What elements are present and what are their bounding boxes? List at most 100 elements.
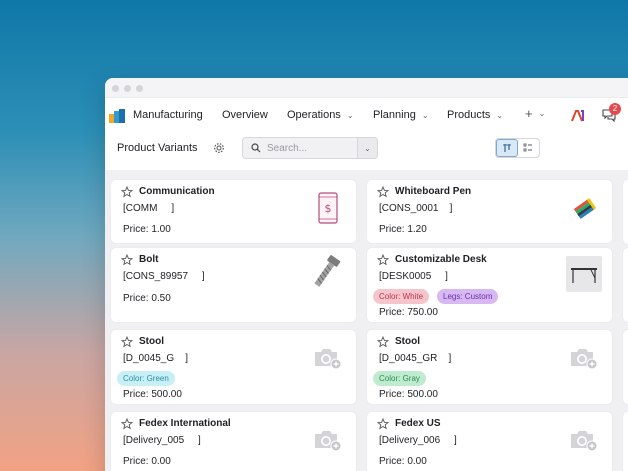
product-price: Price: 0.00 bbox=[379, 456, 427, 467]
app-name[interactable]: Manufacturing bbox=[133, 109, 203, 121]
product-card[interactable]: Whiteboard Pen [CONS_0001 ] Price: 1.20 bbox=[367, 180, 612, 243]
list-icon bbox=[523, 143, 533, 152]
star-icon[interactable] bbox=[121, 336, 133, 348]
top-navbar: Manufacturing Overview Operations ⌄ Plann… bbox=[105, 99, 628, 133]
kanban-view-button[interactable] bbox=[496, 139, 518, 157]
app-window: Manufacturing Overview Operations ⌄ Plann… bbox=[105, 78, 628, 471]
kanban-grid: Communication [COMM ] Price: 1.00 $ Whit… bbox=[105, 170, 628, 471]
title-bar bbox=[105, 78, 628, 98]
chevron-down-icon: ⌄ bbox=[346, 110, 354, 120]
product-code: [Delivery_006 ] bbox=[379, 435, 457, 446]
star-icon[interactable] bbox=[377, 336, 389, 348]
product-name: Whiteboard Pen bbox=[395, 186, 472, 197]
nav-planning-label: Planning bbox=[373, 109, 416, 121]
star-icon[interactable] bbox=[377, 254, 389, 266]
bolt-icon bbox=[314, 255, 341, 287]
product-card[interactable]: Bolt [CONS_89957 ] Price: 0.50 bbox=[111, 248, 356, 322]
product-code: [CONS_0001 ] bbox=[379, 203, 453, 214]
chevron-down-icon: ⌄ bbox=[496, 110, 504, 120]
messages-button[interactable]: 2 bbox=[602, 103, 621, 123]
attribute-tag: Legs: Custom bbox=[437, 289, 499, 304]
nav-add-menu[interactable]: + ⌄ bbox=[525, 106, 545, 121]
product-thumbnail bbox=[566, 190, 602, 226]
edge-card[interactable] bbox=[623, 248, 628, 322]
camera-placeholder-icon bbox=[571, 349, 598, 370]
nav-products[interactable]: Products ⌄ bbox=[447, 109, 503, 121]
product-thumbnail bbox=[310, 422, 346, 458]
search-box: ⌄ bbox=[242, 137, 378, 159]
product-card[interactable]: Stool [D_0045_G ] Color: Green Price: 50… bbox=[111, 330, 356, 404]
markers-icon bbox=[573, 198, 596, 219]
product-code: [CONS_89957 ] bbox=[123, 271, 205, 282]
window-dot-minimize[interactable] bbox=[124, 85, 131, 92]
nav-overview-label: Overview bbox=[222, 109, 268, 121]
product-card[interactable]: Communication [COMM ] Price: 1.00 $ bbox=[111, 180, 356, 243]
search-icon bbox=[251, 143, 261, 153]
list-view-button[interactable] bbox=[518, 139, 539, 157]
kanban-icon bbox=[502, 144, 511, 152]
app-logo-icon[interactable] bbox=[109, 109, 127, 123]
product-name: Fedex International bbox=[139, 418, 231, 429]
attribute-tag: Color: White bbox=[373, 289, 430, 304]
plus-icon: + bbox=[525, 106, 533, 121]
product-card[interactable]: Stool [D_0045_GR ] Color: Gray Price: 50… bbox=[367, 330, 612, 404]
chevron-down-icon: ⌄ bbox=[538, 109, 546, 118]
product-thumbnail: $ bbox=[310, 190, 346, 226]
product-name: Bolt bbox=[139, 254, 159, 265]
camera-placeholder-icon bbox=[571, 431, 598, 452]
product-card[interactable]: Customizable Desk [DESK0005 ] Color: Whi… bbox=[367, 248, 612, 322]
star-icon[interactable] bbox=[121, 418, 133, 430]
product-card[interactable]: Fedex US [Delivery_006 ] Price: 0.00 bbox=[367, 412, 612, 471]
product-code: [DESK0005 ] bbox=[379, 271, 448, 282]
product-name: Fedex US bbox=[395, 418, 441, 429]
edge-card[interactable] bbox=[623, 180, 628, 244]
attribute-tag: Color: Gray bbox=[373, 371, 426, 386]
product-price: Price: 0.50 bbox=[123, 293, 171, 304]
chevron-down-icon: ⌄ bbox=[364, 143, 371, 153]
desk-icon bbox=[571, 268, 597, 283]
product-name: Stool bbox=[139, 336, 164, 347]
window-dot-maximize[interactable] bbox=[136, 85, 143, 92]
product-code: [Delivery_005 ] bbox=[123, 435, 201, 446]
product-card[interactable]: Fedex International [Delivery_005 ] Pric… bbox=[111, 412, 356, 471]
mobile-payment-icon: $ bbox=[318, 192, 338, 224]
star-icon[interactable] bbox=[121, 186, 133, 198]
product-price: Price: 0.00 bbox=[123, 456, 171, 467]
star-icon[interactable] bbox=[377, 186, 389, 198]
edge-card[interactable] bbox=[623, 330, 628, 404]
nav-planning[interactable]: Planning ⌄ bbox=[373, 109, 429, 121]
product-code: [COMM ] bbox=[123, 203, 175, 214]
product-price: Price: 500.00 bbox=[123, 389, 182, 400]
page-title: Product Variants bbox=[117, 142, 198, 154]
svg-text:$: $ bbox=[325, 202, 332, 215]
product-price: Price: 750.00 bbox=[379, 307, 438, 318]
product-code: [D_0045_GR ] bbox=[379, 353, 452, 364]
product-name: Stool bbox=[395, 336, 420, 347]
control-bar: Product Variants ⌄ bbox=[105, 134, 628, 170]
product-name: Customizable Desk bbox=[395, 254, 487, 265]
product-thumbnail bbox=[310, 340, 346, 376]
star-icon[interactable] bbox=[121, 254, 133, 266]
nav-operations[interactable]: Operations ⌄ bbox=[287, 109, 354, 121]
product-price: Price: 500.00 bbox=[379, 389, 438, 400]
product-price: Price: 1.00 bbox=[123, 224, 171, 235]
edge-card[interactable] bbox=[623, 412, 628, 471]
nav-operations-label: Operations bbox=[287, 109, 341, 121]
ai-assistant-icon[interactable] bbox=[571, 110, 584, 122]
search-input[interactable] bbox=[267, 141, 351, 155]
product-thumbnail bbox=[306, 252, 346, 292]
notification-badge: 2 bbox=[609, 103, 621, 115]
star-icon[interactable] bbox=[377, 418, 389, 430]
product-name: Communication bbox=[139, 186, 215, 197]
product-thumbnail bbox=[566, 340, 602, 376]
search-options-button[interactable]: ⌄ bbox=[357, 138, 377, 158]
chevron-down-icon: ⌄ bbox=[421, 110, 429, 120]
camera-placeholder-icon bbox=[315, 431, 342, 452]
gear-icon[interactable] bbox=[213, 142, 225, 154]
product-thumbnail bbox=[566, 256, 602, 292]
product-code: [D_0045_G ] bbox=[123, 353, 189, 364]
camera-placeholder-icon bbox=[315, 349, 342, 370]
window-dot-close[interactable] bbox=[112, 85, 119, 92]
nav-overview[interactable]: Overview bbox=[222, 109, 268, 121]
product-price: Price: 1.20 bbox=[379, 224, 427, 235]
